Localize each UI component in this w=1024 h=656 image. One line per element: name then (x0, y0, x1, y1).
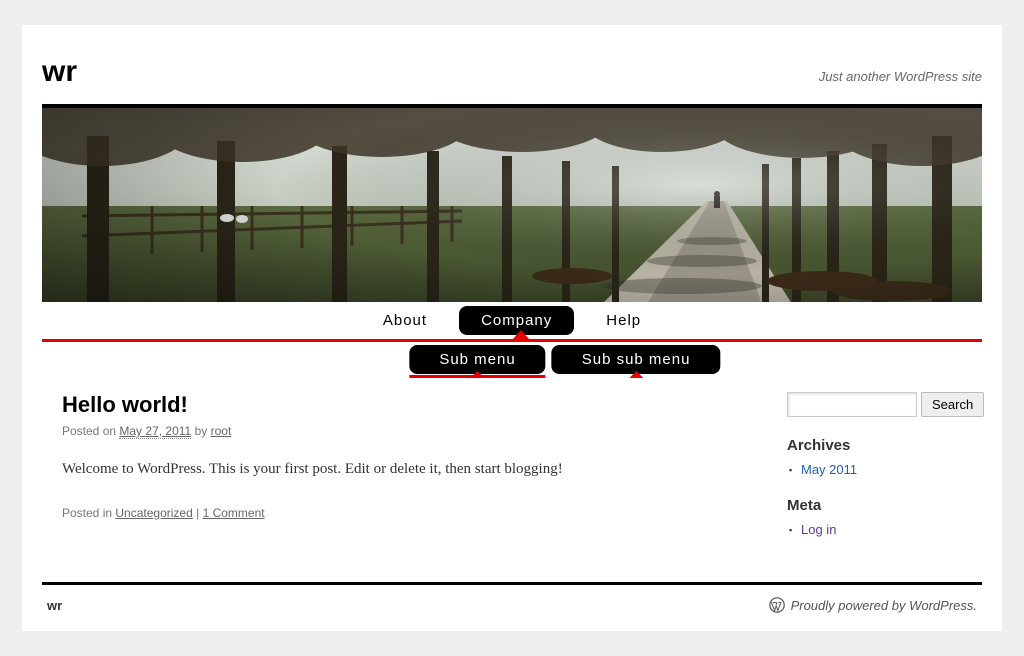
subnav-pointer-icon (629, 371, 643, 378)
post-footer: Posted in Uncategorized | 1 Comment (62, 506, 752, 540)
subnav-item-sub-menu[interactable]: Sub menu (409, 345, 545, 374)
footer-wordpress-link[interactable]: Proudly powered by WordPress. (791, 598, 977, 613)
list-item: Log in (787, 520, 977, 539)
post-date-link[interactable]: May 27, 2011 (119, 424, 191, 439)
site-footer: wr Proudly powered by WordPress. (42, 585, 982, 631)
by-label: by (195, 424, 208, 438)
subnav-item-sub-sub-menu[interactable]: Sub sub menu (552, 345, 721, 374)
post-category-link[interactable]: Uncategorized (115, 506, 192, 520)
footer-site-title[interactable]: wr (47, 598, 62, 613)
meta-widget: Meta Log in (787, 497, 977, 539)
subnav-label: Sub sub menu (582, 351, 691, 368)
archive-link[interactable]: May 2011 (801, 462, 857, 477)
nav-item-help[interactable]: Help (584, 306, 663, 335)
site-title[interactable]: wr (42, 55, 77, 89)
post-title[interactable]: Hello world! (62, 392, 752, 418)
search-button[interactable]: Search (921, 392, 984, 417)
archives-widget: Archives May 2011 (787, 437, 977, 479)
nav-item-about[interactable]: About (361, 306, 449, 335)
archives-title: Archives (787, 437, 977, 454)
site-tagline: Just another WordPress site (819, 69, 982, 84)
post-comments-link[interactable]: 1 Comment (203, 506, 265, 520)
list-item: May 2011 (787, 460, 977, 479)
post-meta: Posted on May 27, 2011 by root (62, 424, 752, 438)
meta-title: Meta (787, 497, 977, 514)
post-author-link[interactable]: root (211, 424, 232, 438)
search-widget: Search (787, 392, 977, 417)
subnav-label: Sub menu (439, 351, 515, 368)
wordpress-icon (769, 597, 785, 613)
post-body: Welcome to WordPress. This is your first… (62, 458, 752, 481)
header-banner-image (42, 104, 982, 302)
sidebar: Search Archives May 2011 Meta Log in (772, 392, 982, 557)
search-input[interactable] (787, 392, 917, 417)
posted-on-label: Posted on (62, 424, 116, 438)
posted-in-label: Posted in (62, 506, 112, 520)
site-header: wr Just another WordPress site (42, 45, 982, 104)
nav-active-pointer-icon (513, 330, 529, 339)
page-container: wr Just another WordPress site (22, 25, 1002, 631)
subnav-pointer-icon (471, 371, 485, 378)
main-navigation: About Company Help Sub menu Sub sub menu (42, 302, 982, 342)
footer-credit: Proudly powered by WordPress. (769, 597, 977, 613)
sub-navigation: Sub menu Sub sub menu (409, 345, 720, 374)
login-link[interactable]: Log in (801, 522, 836, 537)
main-column: Hello world! Posted on May 27, 2011 by r… (42, 392, 772, 557)
